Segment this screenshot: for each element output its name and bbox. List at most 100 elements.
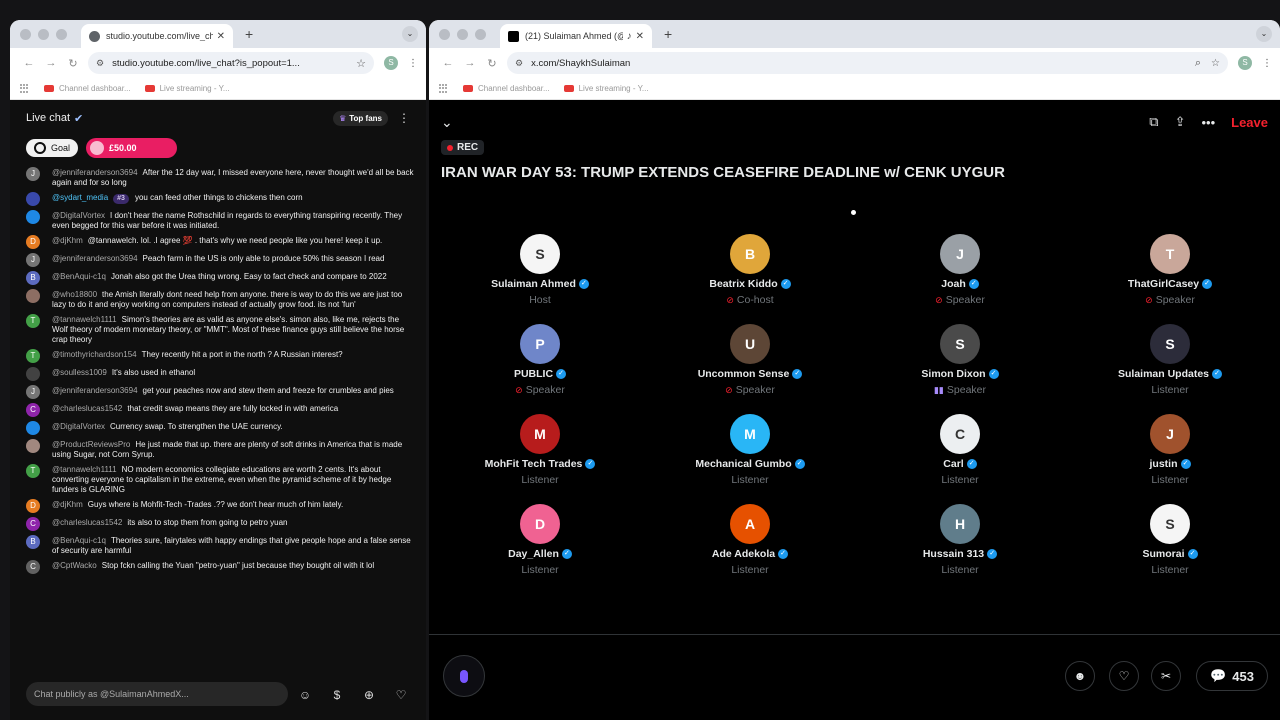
chat-author-name[interactable]: @jenniferanderson3694 bbox=[52, 386, 138, 395]
participant-avatar[interactable]: S bbox=[1150, 504, 1190, 544]
speaker-icon[interactable]: ♪ bbox=[627, 31, 632, 42]
clip-button[interactable]: ✂ bbox=[1151, 661, 1181, 691]
chat-message[interactable]: @DigitalVortex I don't hear the name Roth… bbox=[26, 210, 414, 231]
bookmark-star-icon[interactable]: ☆ bbox=[356, 57, 366, 70]
apps-icon[interactable] bbox=[439, 83, 449, 94]
forward-button[interactable]: → bbox=[40, 57, 62, 69]
participant-avatar[interactable]: D bbox=[520, 504, 560, 544]
chat-author-name[interactable]: @DigitalVortex bbox=[52, 422, 105, 431]
chat-author-name[interactable]: @BenAqui-c1q bbox=[52, 272, 106, 281]
leave-button[interactable]: Leave bbox=[1231, 115, 1268, 130]
address-bar[interactable]: ⚙ x.com/ShaykhSulaiman ⌕ ☆ bbox=[507, 52, 1228, 74]
chat-input[interactable]: Chat publicly as @SulaimanAhmedX... bbox=[26, 682, 288, 706]
more-icon[interactable]: ••• bbox=[1201, 115, 1215, 130]
chat-message[interactable]: J @jenniferanderson3694 get your peaches n… bbox=[26, 385, 414, 399]
participant-avatar[interactable]: M bbox=[520, 414, 560, 454]
chat-author-avatar[interactable] bbox=[26, 289, 40, 303]
participant[interactable]: D Day_Allen ✓ Listener bbox=[435, 504, 645, 576]
replies-button[interactable]: 💬 453 bbox=[1196, 661, 1268, 691]
people-button[interactable]: ☻ bbox=[1065, 661, 1095, 691]
chat-message[interactable]: J @jenniferanderson3694 After the 12 day w… bbox=[26, 167, 414, 188]
browser-tab[interactable]: (21) Sulaiman Ahmed (@S ♪ ✕ bbox=[500, 24, 652, 48]
site-info-icon[interactable]: ⚙ bbox=[515, 58, 523, 69]
react-button[interactable]: ♡ bbox=[1109, 661, 1139, 691]
chat-author-name[interactable]: @charleslucas1542 bbox=[52, 404, 122, 413]
bookmark-channel-dashboard[interactable]: Channel dashboar... bbox=[463, 84, 550, 93]
participant-avatar[interactable]: P bbox=[520, 324, 560, 364]
chat-more-icon[interactable]: ⋮ bbox=[398, 111, 410, 125]
bookmark-live-streaming[interactable]: Live streaming - Y... bbox=[144, 84, 230, 93]
chat-author-avatar[interactable] bbox=[26, 367, 40, 381]
back-button[interactable]: ← bbox=[18, 57, 40, 69]
window-controls[interactable] bbox=[20, 28, 67, 40]
participant-avatar[interactable]: S bbox=[1150, 324, 1190, 364]
heart-icon[interactable]: ♡ bbox=[392, 688, 410, 702]
add-icon[interactable]: ⊕ bbox=[360, 688, 378, 702]
participant-avatar[interactable]: B bbox=[730, 234, 770, 274]
chat-message[interactable]: T @tannawelch1111 Simon's theories are as … bbox=[26, 314, 414, 345]
collapse-chevron-icon[interactable]: ⌄ bbox=[441, 114, 453, 131]
chat-author-name[interactable]: @djKhm bbox=[52, 500, 83, 509]
participant[interactable]: S Sulaiman Updates ✓ Listener bbox=[1065, 324, 1275, 396]
bookmark-live-streaming[interactable]: Live streaming - Y... bbox=[563, 84, 649, 93]
participant[interactable]: S Sulaiman Ahmed ✓ Host bbox=[435, 234, 645, 306]
chat-author-avatar[interactable]: C bbox=[26, 560, 40, 574]
chat-author-name[interactable]: @tannawelch1111 bbox=[52, 465, 117, 474]
participant-avatar[interactable]: J bbox=[940, 234, 980, 274]
chat-author-name[interactable]: @charleslucas1542 bbox=[52, 518, 122, 527]
reload-button[interactable]: ↻ bbox=[481, 57, 503, 70]
chat-author-avatar[interactable]: D bbox=[26, 235, 40, 249]
chat-author-name[interactable]: @sydart_media bbox=[52, 193, 108, 202]
participant-avatar[interactable]: M bbox=[730, 414, 770, 454]
menu-icon[interactable]: ⋮ bbox=[408, 58, 418, 69]
participant[interactable]: Jjustin ✓ Listener bbox=[1065, 414, 1275, 486]
participant[interactable]: C Carl ✓ Listener bbox=[855, 414, 1065, 486]
participant[interactable]: S Sumorai ✓ Listener bbox=[1065, 504, 1275, 576]
participant[interactable]: H Hussain 313 ✓ Listener bbox=[855, 504, 1065, 576]
participant-avatar[interactable]: T bbox=[1150, 234, 1190, 274]
chat-message[interactable]: @ProductReviewsPro He just made that up. … bbox=[26, 439, 414, 460]
chat-message[interactable]: B @BenAqui-c1q Theories sure, fairytales w… bbox=[26, 535, 414, 556]
chat-message[interactable]: @sydart_media #3 you can feed other things… bbox=[26, 192, 414, 206]
tab-search-button[interactable]: ⌄ bbox=[1256, 26, 1272, 42]
profile-avatar[interactable]: S bbox=[1238, 56, 1252, 70]
participant[interactable]: T ThatGirlCasey ✓ ⊘ Speaker bbox=[1065, 234, 1275, 306]
dock-icon[interactable]: ⧉ bbox=[1149, 114, 1158, 130]
chat-author-name[interactable]: @timothyrichardson154 bbox=[52, 350, 137, 359]
super-chat-pill[interactable]: £50.00 bbox=[86, 138, 177, 158]
participant[interactable]: B Beatrix Kiddo ✓ ⊘ Co-host bbox=[645, 234, 855, 306]
chat-author-avatar[interactable] bbox=[26, 421, 40, 435]
chat-author-avatar[interactable] bbox=[26, 192, 40, 206]
chat-message[interactable]: @DigitalVortex Currency swap. To strength… bbox=[26, 421, 414, 435]
chat-author-avatar[interactable] bbox=[26, 439, 40, 453]
participant[interactable]: M MohFit Tech Trades ✓ Listener bbox=[435, 414, 645, 486]
close-tab-icon[interactable]: ✕ bbox=[217, 31, 225, 42]
forward-button[interactable]: → bbox=[459, 57, 481, 69]
emoji-icon[interactable]: ☺ bbox=[296, 688, 314, 702]
chat-author-avatar[interactable]: C bbox=[26, 517, 40, 531]
participant[interactable]: A Ade Adekola ✓ Listener bbox=[645, 504, 855, 576]
mic-button[interactable] bbox=[443, 655, 485, 697]
participant-avatar[interactable]: U bbox=[730, 324, 770, 364]
chat-author-avatar[interactable]: C bbox=[26, 403, 40, 417]
chat-message[interactable]: @soulless1009 It's also used in ethanol bbox=[26, 367, 414, 381]
tab-search-button[interactable]: ⌄ bbox=[402, 26, 418, 42]
apps-icon[interactable] bbox=[20, 83, 30, 94]
chat-author-avatar[interactable]: T bbox=[26, 349, 40, 363]
chat-message[interactable]: @who18800 the Amish literally dont need h… bbox=[26, 289, 414, 310]
goal-pill[interactable]: Goal bbox=[26, 139, 79, 157]
bookmark-channel-dashboard[interactable]: Channel dashboar... bbox=[44, 84, 131, 93]
back-button[interactable]: ← bbox=[437, 57, 459, 69]
participant-avatar[interactable]: A bbox=[730, 504, 770, 544]
profile-avatar[interactable]: S bbox=[384, 56, 398, 70]
chat-author-avatar[interactable] bbox=[26, 210, 40, 224]
participant-avatar[interactable]: S bbox=[940, 324, 980, 364]
share-icon[interactable]: ⇪ bbox=[1175, 114, 1186, 130]
chat-author-name[interactable]: @BenAqui-c1q bbox=[52, 536, 106, 545]
top-fans-button[interactable]: ♛ Top fans bbox=[333, 110, 388, 126]
new-tab-button[interactable]: + bbox=[664, 26, 672, 42]
chat-message[interactable]: D @djKhm @tannawelch. lol. .I agree 💯 . th… bbox=[26, 235, 414, 249]
chat-message[interactable]: C @CptWacko Stop fckn calling the Yuan "pe… bbox=[26, 560, 414, 574]
browser-tab[interactable]: studio.youtube.com/live_cha ✕ bbox=[81, 24, 233, 48]
chat-author-avatar[interactable]: J bbox=[26, 385, 40, 399]
